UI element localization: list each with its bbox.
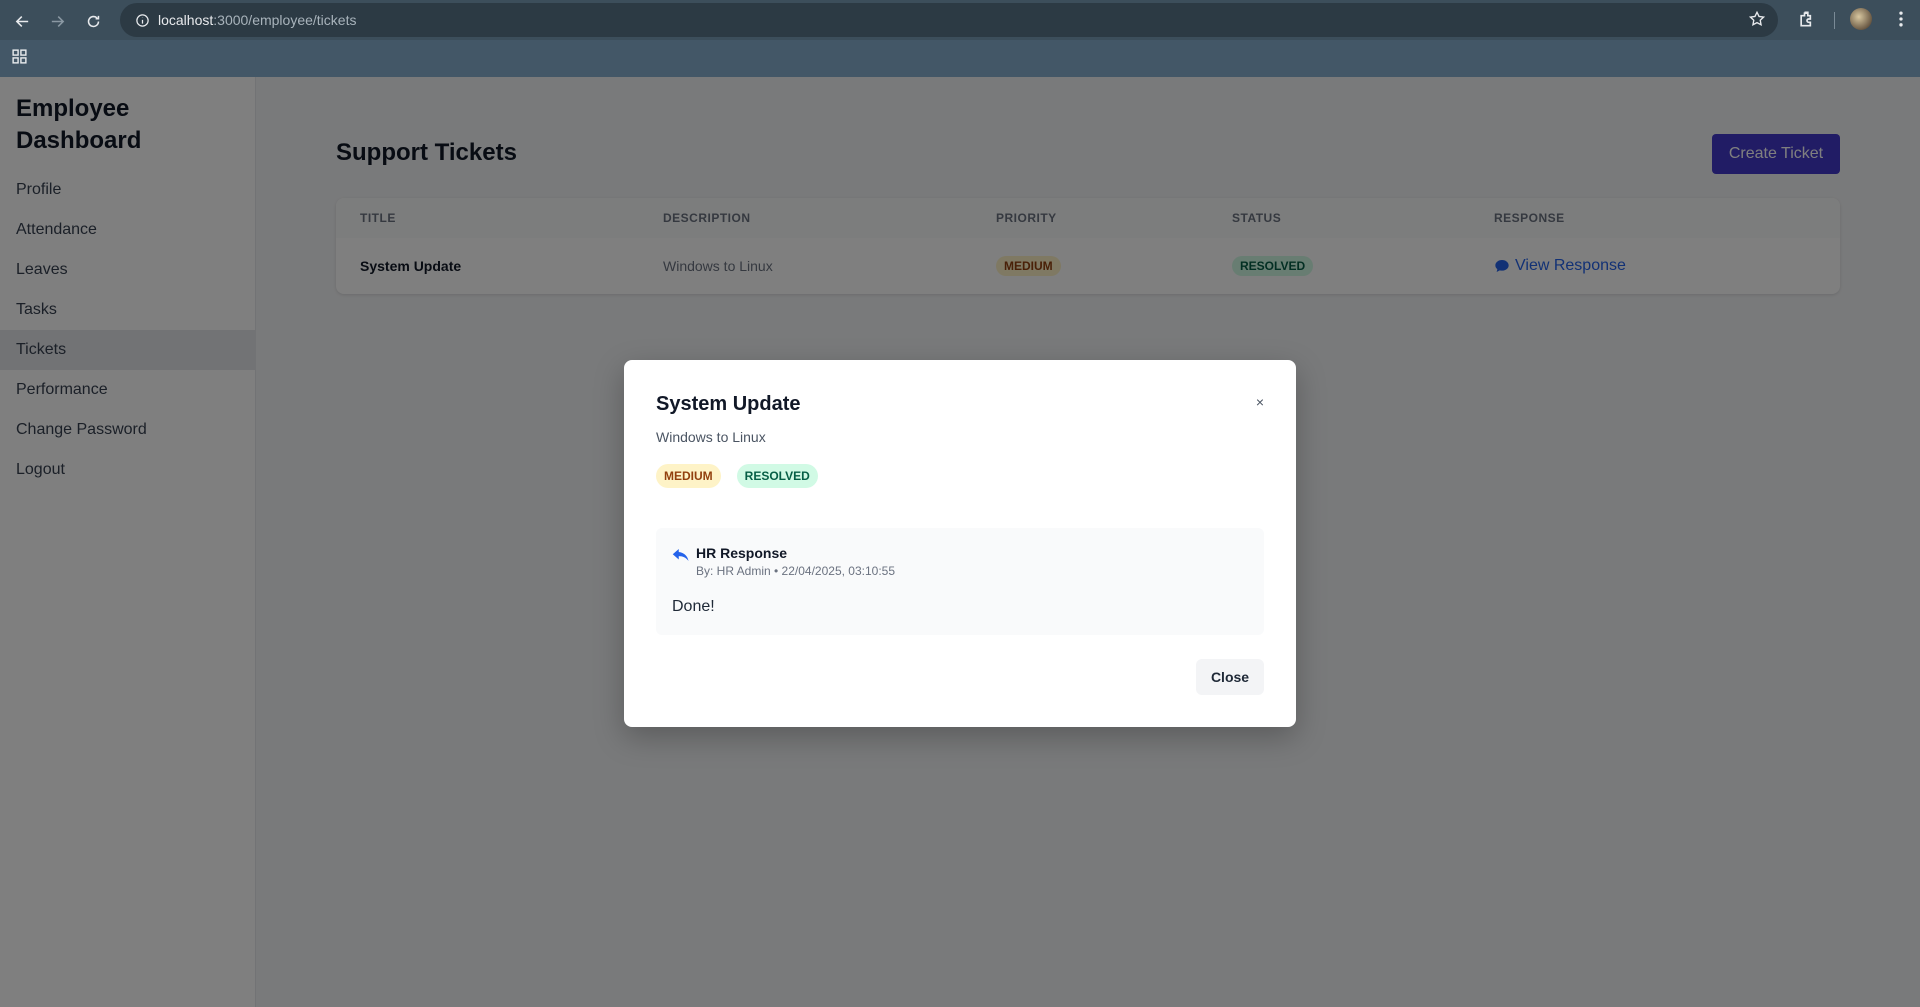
profile-avatar[interactable]: [1850, 8, 1872, 30]
browser-toolbar: localhost:3000/employee/tickets: [0, 0, 1920, 40]
back-icon[interactable]: [9, 8, 35, 34]
hr-response-box: HR Response By: HR Admin • 22/04/2025, 0…: [656, 528, 1264, 635]
url-host: localhost: [158, 12, 214, 28]
extensions-icon[interactable]: [1797, 9, 1817, 34]
bookmark-star-icon[interactable]: [1748, 10, 1768, 30]
address-bar[interactable]: localhost:3000/employee/tickets: [120, 3, 1778, 37]
response-meta: By: HR Admin • 22/04/2025, 03:10:55: [696, 564, 895, 578]
close-icon[interactable]: ×: [1252, 394, 1268, 410]
close-button[interactable]: Close: [1196, 659, 1264, 695]
response-text: Done!: [672, 598, 715, 615]
reload-icon[interactable]: [80, 8, 106, 34]
modal-description: Windows to Linux: [656, 429, 766, 445]
response-heading: HR Response: [696, 545, 788, 561]
modal-badges: MEDIUM RESOLVED: [656, 464, 818, 488]
url-path: :3000/employee/tickets: [213, 12, 357, 28]
response-modal: System Update × Windows to Linux MEDIUM …: [624, 360, 1296, 727]
apps-grid-icon[interactable]: [11, 48, 28, 70]
toolbar-divider: [1834, 12, 1835, 29]
status-badge: RESOLVED: [736, 464, 818, 488]
url-text: localhost:3000/employee/tickets: [158, 12, 356, 28]
site-info-icon[interactable]: [126, 3, 158, 37]
priority-badge: MEDIUM: [656, 464, 721, 488]
modal-title: System Update: [656, 393, 801, 415]
reply-icon: [672, 547, 690, 568]
menu-kebab-icon[interactable]: [1891, 9, 1911, 34]
forward-icon[interactable]: [44, 8, 70, 34]
bookmarks-bar: [0, 40, 1920, 77]
